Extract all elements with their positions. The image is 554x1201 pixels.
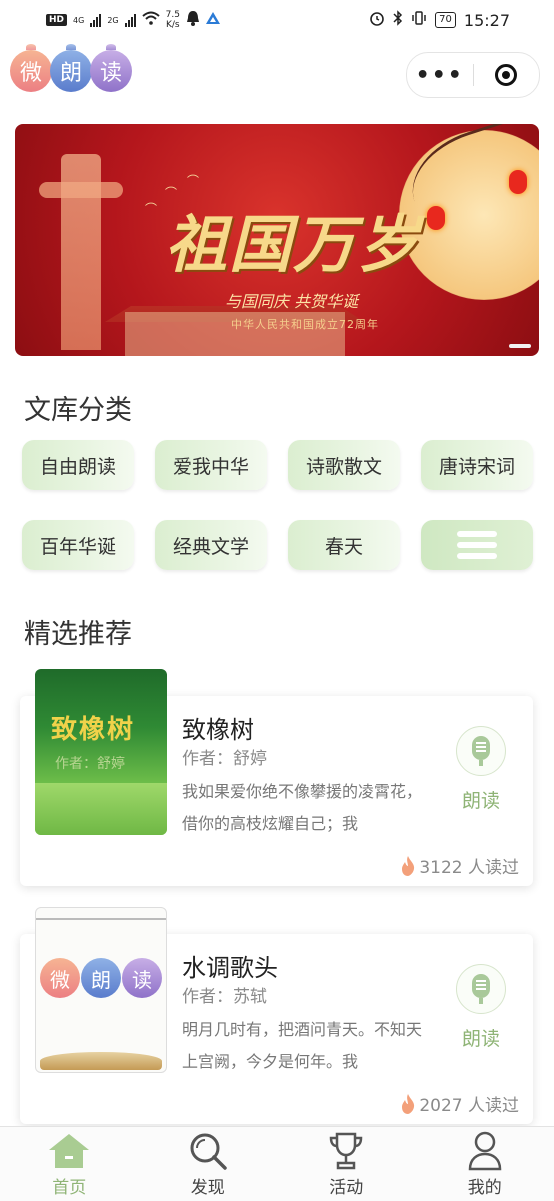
book-cover[interactable]: 微 朗 读 — [35, 907, 167, 1073]
card-author: 作者：苏轼 — [182, 982, 267, 1007]
bird-icon: ⌒ — [187, 172, 199, 189]
category-love-china[interactable]: 爱我中华 — [155, 440, 267, 490]
book-cover[interactable]: 致橡树 作者：舒婷 — [35, 669, 167, 835]
close-miniprogram-button[interactable] — [474, 64, 540, 86]
category-tang-song-poems[interactable]: 唐诗宋词 — [421, 440, 533, 490]
home-icon — [47, 1131, 91, 1171]
bottom-navigation: 首页 发现 活动 我的 — [0, 1126, 554, 1201]
category-classic-literature[interactable]: 经典文学 — [155, 520, 267, 570]
nav-label: 首页 — [52, 1173, 86, 1198]
network-badge: HD — [46, 14, 67, 26]
speed-value: 7.5 — [166, 10, 180, 20]
lantern-icon — [509, 170, 527, 194]
nav-home[interactable]: 首页 — [0, 1127, 139, 1201]
network-speed: 7.5K/s — [166, 10, 180, 30]
clock: 15:27 — [464, 11, 510, 30]
category-spring[interactable]: 春天 — [288, 520, 400, 570]
category-grid: 自由朗读 爱我中华 诗歌散文 唐诗宋词 百年华诞 经典文学 春天 — [22, 440, 534, 570]
user-icon — [463, 1131, 507, 1171]
read-count-text: 3122 人读过 — [419, 853, 519, 878]
battery-indicator: 70 — [435, 12, 456, 28]
card-excerpt: 我如果爱你绝不像攀援的凌霄花，借你的高枝炫耀自己；我 — [182, 776, 424, 840]
wifi-icon — [142, 11, 160, 29]
menu-icon — [457, 531, 497, 559]
category-section-title: 文库分类 — [24, 388, 132, 427]
signal-icon-2 — [125, 13, 136, 27]
search-icon — [186, 1131, 230, 1171]
hero-banner[interactable]: ⌒ ⌒ ⌒ 祖国万岁 与国同庆 共贺华诞 中华人民共和国成立72周年 — [15, 124, 539, 356]
app-header: 微 朗 读 ••• — [0, 44, 554, 104]
speed-unit: K/s — [166, 20, 180, 30]
cover-logo-char: 读 — [122, 958, 162, 998]
nav-label: 我的 — [468, 1173, 502, 1198]
banner-caption: 中华人民共和国成立72周年 — [231, 316, 379, 332]
flame-icon — [401, 1094, 415, 1114]
nav-label: 活动 — [329, 1173, 363, 1198]
card-excerpt: 明月几时有，把酒问青天。不知天上宫阙，今夕是何年。我 — [182, 1014, 424, 1078]
nav-profile[interactable]: 我的 — [416, 1127, 554, 1201]
card-author: 作者：舒婷 — [182, 744, 267, 769]
cover-title: 致橡树 — [51, 709, 135, 746]
bird-icon: ⌒ — [145, 200, 157, 217]
cover-frame-graphic — [35, 907, 167, 920]
app-notification-icon — [206, 12, 220, 28]
banner-subtitle: 与国同庆 共贺华诞 — [225, 288, 358, 312]
cover-subtitle: 作者：舒婷 — [55, 753, 125, 773]
more-button[interactable]: ••• — [407, 63, 473, 88]
recommend-section-title: 精选推荐 — [24, 612, 132, 651]
status-left: HD 4G 2G 7.5K/s — [46, 10, 220, 30]
carousel-indicator[interactable] — [509, 344, 531, 348]
flame-icon — [401, 856, 415, 876]
cover-logo: 微 朗 读 — [40, 958, 163, 998]
app-logo: 微 朗 读 — [10, 50, 130, 92]
open-book-graphic — [40, 1052, 162, 1070]
bluetooth-icon — [393, 10, 403, 30]
read-aloud-button[interactable]: 朗读 — [454, 964, 508, 1051]
category-poetry-prose[interactable]: 诗歌散文 — [288, 440, 400, 490]
read-count: 2027 人读过 — [401, 1091, 519, 1116]
read-count: 3122 人读过 — [401, 853, 519, 878]
nav-label: 发现 — [191, 1173, 225, 1198]
cover-logo-char: 朗 — [81, 958, 121, 998]
vibrate-icon — [411, 10, 427, 30]
logo-char-3: 读 — [90, 50, 132, 92]
category-centennial[interactable]: 百年华诞 — [22, 520, 134, 570]
cover-logo-char: 微 — [40, 958, 80, 998]
network-type-1: 4G — [73, 16, 84, 25]
read-count-text: 2027 人读过 — [419, 1091, 519, 1116]
microphone-icon — [456, 964, 506, 1014]
alarm-icon — [369, 10, 385, 30]
status-right: 70 15:27 — [369, 10, 510, 30]
status-bar: HD 4G 2G 7.5K/s 70 15:27 — [0, 0, 554, 40]
category-free-reading[interactable]: 自由朗读 — [22, 440, 134, 490]
card-title: 水调歌头 — [182, 948, 278, 983]
network-type-2: 2G — [107, 16, 118, 25]
lantern-icon — [427, 206, 445, 230]
read-aloud-label: 朗读 — [454, 786, 508, 813]
nav-activity[interactable]: 活动 — [277, 1127, 416, 1201]
huabiao-pillar-graphic — [61, 154, 101, 350]
signal-icon — [90, 13, 101, 27]
read-aloud-label: 朗读 — [454, 1024, 508, 1051]
card-title: 致橡树 — [182, 710, 254, 745]
trophy-icon — [324, 1131, 368, 1171]
miniprogram-capsule: ••• — [406, 52, 540, 98]
notification-bell-icon — [186, 10, 200, 30]
target-icon — [495, 64, 517, 86]
microphone-icon — [456, 726, 506, 776]
banner-title: 祖国万岁 — [165, 194, 421, 284]
nav-discover[interactable]: 发现 — [139, 1127, 278, 1201]
category-more-button[interactable] — [421, 520, 533, 570]
read-aloud-button[interactable]: 朗读 — [454, 726, 508, 813]
logo-char-1: 微 — [10, 50, 52, 92]
logo-char-2: 朗 — [50, 50, 92, 92]
cover-road-graphic — [35, 783, 167, 835]
